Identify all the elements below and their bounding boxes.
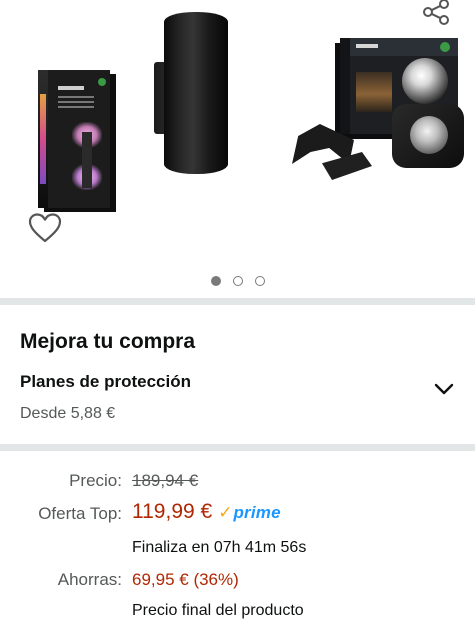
- product-image-carousel[interactable]: [0, 0, 475, 270]
- deal-price-label: Oferta Top:: [38, 504, 122, 523]
- wall-lamp-image: [164, 12, 228, 174]
- section-divider: [0, 298, 475, 305]
- carousel-dot[interactable]: [210, 276, 221, 286]
- heart-icon[interactable]: [28, 212, 62, 244]
- motion-sensor-image: [392, 104, 464, 168]
- deal-price-row: 119,99 € ✓ prime: [132, 500, 281, 524]
- product-box-image: [38, 70, 110, 208]
- deal-countdown: Finaliza en 07h 41m 56s: [132, 539, 307, 556]
- prime-badge: ✓ prime: [218, 503, 281, 523]
- deal-price: 119,99 €: [132, 500, 213, 523]
- share-icon[interactable]: [418, 0, 452, 26]
- final-price-note: Precio final del producto: [132, 602, 304, 619]
- list-price: 189,94 €: [132, 471, 199, 490]
- prime-logo: prime: [233, 503, 281, 522]
- upsell-title: Mejora tu compra: [20, 330, 196, 353]
- carousel-indicator: [0, 276, 475, 290]
- section-divider: [0, 444, 475, 451]
- protection-plans-title[interactable]: Planes de protección: [20, 372, 191, 392]
- carousel-dot[interactable]: [232, 276, 243, 286]
- list-price-label: Precio:: [69, 471, 122, 490]
- savings-value: 69,95 € (36%): [132, 570, 239, 589]
- prime-check-icon: ✓: [218, 503, 233, 522]
- protection-plans-price: Desde 5,88 €: [20, 405, 116, 422]
- carousel-dot[interactable]: [254, 276, 265, 286]
- chevron-down-icon[interactable]: [432, 380, 456, 398]
- savings-label: Ahorras:: [57, 570, 122, 589]
